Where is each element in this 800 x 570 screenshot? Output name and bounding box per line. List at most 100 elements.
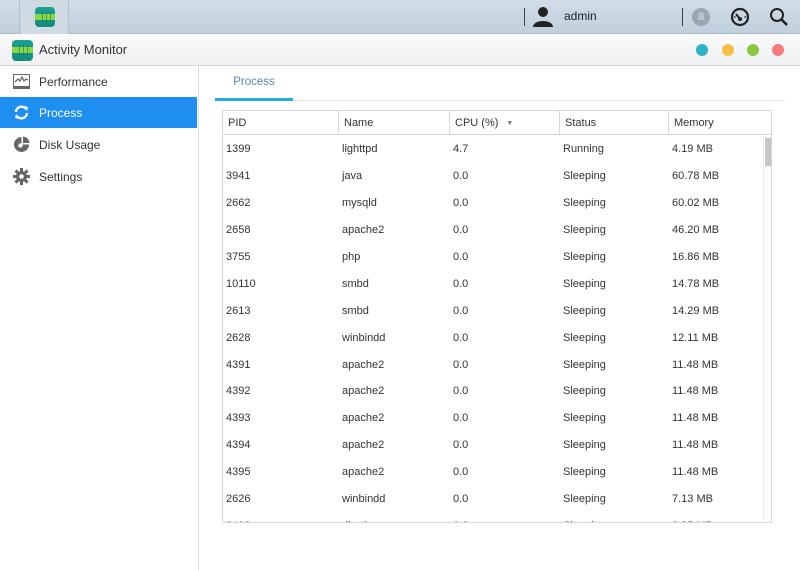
status-cell: Sleeping [563,224,606,237]
maximize-button[interactable] [747,44,759,56]
cpu-cell: 0.0 [453,412,469,425]
help-button[interactable] [696,44,708,56]
taskbar-show-desktop[interactable] [0,0,20,34]
status-cell: Running [563,143,604,156]
status-cell: Sleeping [563,385,606,398]
scrollbar-thumb[interactable] [765,138,771,166]
pid-cell: 2658 [226,224,251,237]
notification-button[interactable] [689,5,713,29]
status-cell: Sleeping [560,520,669,522]
name-cell: apache2 [342,412,385,425]
pid-cell: 3941 [226,170,251,183]
user-menu[interactable]: admin [532,5,597,27]
table-scrollbar[interactable] [763,136,771,522]
taskbar-divider [524,8,525,26]
tab-bar: Process [215,66,785,101]
memory-cell: 11.48 MB [672,466,719,479]
memory-cell: 4.19 MB [672,143,713,156]
cpu-cell: 0.0 [453,493,469,506]
table-row[interactable]: 2492dbod0.0Sleeping6.35 MB [223,512,763,522]
dashboard-button[interactable] [728,5,752,29]
cpu-cell: 0.0 [453,277,469,290]
pid-cell: 2626 [226,493,251,506]
close-button[interactable] [772,44,784,56]
name-cell: dbod [339,520,450,522]
table-row[interactable]: 4391 apache2 0.0 Sleeping 11.48 MB [223,351,763,378]
memory-cell: 11.48 MB [672,412,719,425]
column-label: Memory [674,117,714,129]
name-cell: smbd [342,304,369,317]
memory-cell: 11.48 MB [672,385,719,398]
notification-bell-icon [692,8,710,26]
table-row[interactable]: 2662 mysqld 0.0 Sleeping 60.02 MB [223,190,763,217]
table-row[interactable]: 4392 apache2 0.0 Sleeping 11.48 MB [223,378,763,405]
sidebar-item-process[interactable]: Process [0,97,197,128]
memory-cell: 11.48 MB [672,439,719,452]
cpu-cell: 0.0 [453,466,469,479]
pid-cell: 2492 [223,520,339,522]
cpu-cell: 0.0 [453,170,469,183]
pid-cell: 1399 [226,143,251,156]
memory-cell: 11.48 MB [672,358,719,371]
pid-cell: 4393 [226,412,251,425]
cpu-cell: 0.0 [453,197,469,210]
column-header-name[interactable]: Name [339,111,450,135]
memory-cell: 7.13 MB [672,493,713,506]
sort-descending-icon: ▼ [506,119,514,127]
main-content: Process PID Name CPU (%) ▼ Status Memory … [200,66,800,570]
performance-chart-icon [12,73,30,91]
table-row[interactable]: 3755 php 0.0 Sleeping 16.86 MB [223,244,763,271]
sidebar-item-label: Performance [39,74,108,89]
minimize-button[interactable] [722,44,734,56]
column-header-memory[interactable]: Memory [669,111,771,135]
column-header-cpu[interactable]: CPU (%) ▼ [450,111,560,135]
status-cell: Sleeping [563,466,606,479]
pid-cell: 4392 [226,385,251,398]
disk-usage-pie-icon [12,136,30,154]
sidebar-item-performance[interactable]: Performance [0,66,197,97]
column-label: PID [228,117,247,129]
table-row[interactable]: 1399 lighttpd 4.7 Running 4.19 MB [223,136,763,163]
taskbar-app-activity-monitor[interactable] [21,0,69,34]
name-cell: apache2 [342,385,385,398]
table-row[interactable]: 2626 winbindd 0.0 Sleeping 7.13 MB [223,486,763,513]
pid-cell: 4391 [226,358,251,371]
table-row[interactable]: 3941 java 0.0 Sleeping 60.78 MB [223,163,763,190]
table-row[interactable]: 10110 smbd 0.0 Sleeping 14.78 MB [223,270,763,297]
window-title: Activity Monitor [39,42,128,57]
search-button[interactable] [767,5,791,29]
status-cell: Sleeping [563,493,606,506]
refresh-process-icon [12,104,30,122]
cpu-cell: 0.0 [453,358,469,371]
taskbar: admin [0,0,800,34]
tab-process[interactable]: Process [215,66,293,101]
username-label: admin [564,9,597,23]
pid-cell: 2662 [226,197,251,210]
memory-cell: 14.78 MB [672,277,720,290]
sidebar-item-disk-usage[interactable]: Disk Usage [0,129,197,160]
name-cell: winbindd [342,331,386,344]
table-row[interactable]: 2658 apache2 0.0 Sleeping 46.20 MB [223,217,763,244]
sidebar-item-settings[interactable]: Settings [0,161,197,192]
table-row[interactable]: 4395 apache2 0.0 Sleeping 11.48 MB [223,459,763,486]
window-titlebar[interactable]: Activity Monitor [0,34,800,66]
memory-cell: 14.29 MB [672,304,720,317]
sidebar-item-label: Settings [39,169,83,184]
status-cell: Sleeping [563,358,606,371]
table-row[interactable]: 4393 apache2 0.0 Sleeping 11.48 MB [223,405,763,432]
status-cell: Sleeping [563,197,606,210]
column-header-pid[interactable]: PID [223,111,339,135]
cpu-cell: 4.7 [453,143,469,156]
sidebar-item-label: Disk Usage [39,137,101,152]
table-row[interactable]: 2613 smbd 0.0 Sleeping 14.29 MB [223,297,763,324]
table-row[interactable]: 4394 apache2 0.0 Sleeping 11.48 MB [223,432,763,459]
table-row[interactable]: 2628 winbindd 0.0 Sleeping 12.11 MB [223,324,763,351]
cpu-cell: 0.0 [453,304,469,317]
activity-monitor-icon [34,7,55,27]
pid-cell: 2628 [226,331,251,344]
column-header-status[interactable]: Status [560,111,669,135]
status-cell: Sleeping [563,331,606,344]
name-cell: winbindd [342,493,386,506]
cpu-cell: 0.0 [453,251,469,263]
status-cell: Sleeping [563,439,606,452]
